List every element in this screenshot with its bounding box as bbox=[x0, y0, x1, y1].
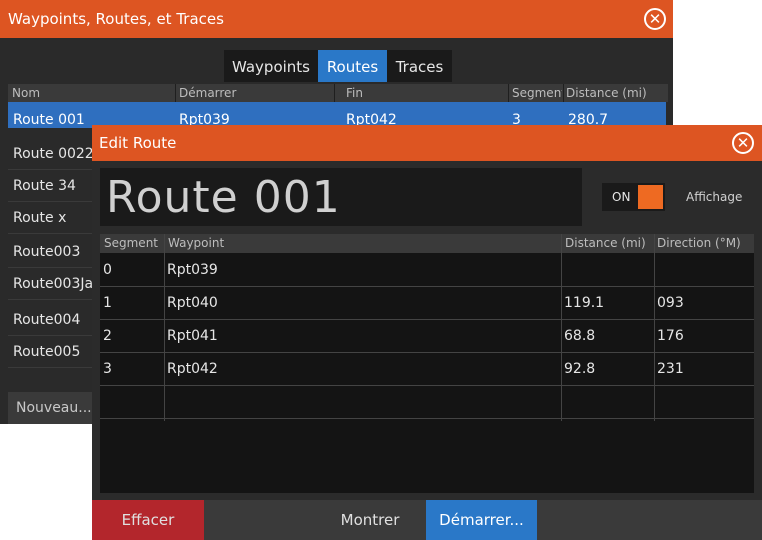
direction-cell: 176 bbox=[657, 328, 684, 344]
table-row-empty[interactable] bbox=[100, 386, 754, 419]
table-row[interactable]: 3 Rpt042 92.8 231 bbox=[100, 353, 754, 386]
segment-cell: 0 bbox=[103, 262, 112, 278]
route-name: Route 001 bbox=[13, 112, 85, 128]
edit-route-dialog: Edit Route ✕ Route 001 ON Affichage Segm… bbox=[92, 125, 762, 540]
close-icon[interactable]: ✕ bbox=[644, 8, 666, 30]
table-row[interactable]: Route003 bbox=[8, 236, 100, 268]
table-row[interactable]: 1 Rpt040 119.1 093 bbox=[100, 287, 754, 320]
tab-traces[interactable]: Traces bbox=[387, 50, 452, 82]
waypoint-cell: Rpt039 bbox=[167, 262, 218, 278]
column-header-distance: Distance (mi) bbox=[565, 236, 646, 250]
column-divider bbox=[334, 84, 335, 102]
column-header-nom[interactable]: Nom bbox=[12, 84, 172, 102]
tab-waypoints[interactable]: Waypoints bbox=[224, 50, 318, 82]
segment-cell: 3 bbox=[103, 361, 112, 377]
table-row[interactable]: Route005 bbox=[8, 336, 100, 368]
distance-cell: 68.8 bbox=[564, 328, 596, 344]
waypoint-cell: Rpt041 bbox=[167, 328, 218, 344]
direction-cell: 093 bbox=[657, 295, 684, 311]
table-row[interactable]: Route 0022 bbox=[8, 138, 100, 170]
waypoint-cell: Rpt042 bbox=[167, 361, 218, 377]
toggle-state-label: ON bbox=[612, 190, 631, 204]
distance-cell: 92.8 bbox=[564, 361, 596, 377]
segment-cell: 1 bbox=[103, 295, 112, 311]
close-icon[interactable]: ✕ bbox=[732, 132, 754, 154]
show-button[interactable]: Montrer bbox=[314, 500, 426, 540]
column-header-demarrer[interactable]: Démarrer bbox=[179, 84, 329, 102]
column-divider bbox=[654, 234, 655, 421]
column-divider bbox=[508, 84, 509, 102]
toggle-knob[interactable] bbox=[638, 185, 663, 209]
route-name: Route 001 bbox=[106, 172, 341, 223]
table-row[interactable]: Route 34 bbox=[8, 170, 100, 202]
column-header-segment[interactable]: Segment bbox=[512, 84, 562, 102]
column-header-distance[interactable]: Distance (mi) bbox=[566, 84, 664, 102]
column-header-fin[interactable]: Fin bbox=[346, 84, 506, 102]
column-divider bbox=[563, 84, 564, 102]
table-row[interactable]: Route003Ja bbox=[8, 268, 100, 300]
dialog-title: Edit Route bbox=[99, 134, 177, 152]
column-divider bbox=[164, 234, 165, 421]
column-divider bbox=[561, 234, 562, 421]
column-divider bbox=[175, 84, 176, 102]
direction-cell: 231 bbox=[657, 361, 684, 377]
new-route-button[interactable]: Nouveau... bbox=[8, 392, 96, 424]
table-row[interactable]: Route x bbox=[8, 202, 100, 234]
start-button[interactable]: Démarrer... bbox=[426, 500, 537, 540]
segment-cell: 2 bbox=[103, 328, 112, 344]
dialog-title-bar bbox=[92, 125, 762, 161]
table-row[interactable]: 2 Rpt041 68.8 176 bbox=[100, 320, 754, 353]
column-header-segment: Segment bbox=[104, 236, 158, 250]
waypoint-cell: Rpt040 bbox=[167, 295, 218, 311]
window-title: Waypoints, Routes, et Traces bbox=[8, 10, 224, 28]
display-label: Affichage bbox=[686, 190, 743, 204]
distance-cell: 119.1 bbox=[564, 295, 605, 311]
column-header-direction: Direction (°M) bbox=[657, 236, 741, 250]
delete-button[interactable]: Effacer bbox=[92, 500, 204, 540]
column-header-waypoint: Waypoint bbox=[168, 236, 225, 250]
tab-routes[interactable]: Routes bbox=[318, 50, 387, 82]
table-row[interactable]: 0 Rpt039 bbox=[100, 254, 754, 287]
table-row[interactable]: Route004 bbox=[8, 304, 100, 336]
